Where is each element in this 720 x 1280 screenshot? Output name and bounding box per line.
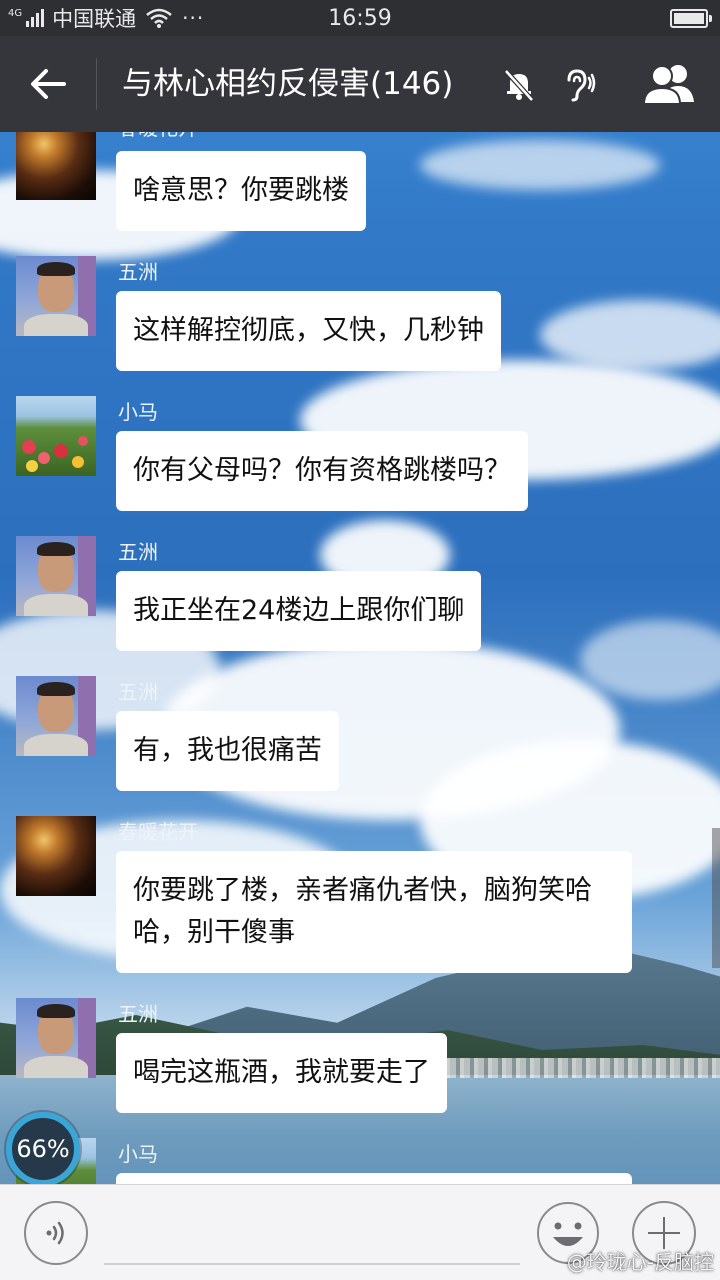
scrollbar[interactable] bbox=[712, 828, 720, 968]
avatar[interactable] bbox=[16, 132, 96, 200]
status-bar: 4G 中国联通 ··· 16:59 bbox=[0, 0, 720, 36]
title-bar: 与林心相约反侵害(146) bbox=[0, 36, 720, 132]
sender-name: 五洲 bbox=[118, 540, 158, 564]
avatar[interactable] bbox=[16, 536, 96, 616]
message-bubble[interactable] bbox=[116, 1173, 632, 1184]
chat-message: 五洲 这样解控彻底，又快，几秒钟 bbox=[0, 256, 720, 371]
message-bubble[interactable]: 有，我也很痛苦 bbox=[116, 711, 339, 791]
voice-icon bbox=[46, 1221, 64, 1245]
sender-name: 春暖花开 bbox=[118, 820, 198, 844]
message-bubble[interactable]: 啥意思？你要跳楼 bbox=[116, 151, 366, 231]
ear-icon[interactable] bbox=[558, 66, 596, 104]
chat-title: 与林心相约反侵害(146) bbox=[122, 66, 454, 102]
chat-message: 五洲 我正坐在24楼边上跟你们聊 bbox=[0, 536, 720, 651]
avatar[interactable] bbox=[16, 256, 96, 336]
sender-name: 春暖花开 bbox=[118, 132, 198, 141]
avatar[interactable] bbox=[16, 816, 96, 896]
status-time: 16:59 bbox=[328, 5, 392, 31]
message-bubble[interactable]: 我正坐在24楼边上跟你们聊 bbox=[116, 571, 482, 651]
message-bubble[interactable]: 你有父母吗？你有资格跳楼吗？ bbox=[116, 431, 528, 511]
speed-boost-badge[interactable]: 66% bbox=[6, 1112, 80, 1186]
voice-button[interactable] bbox=[24, 1201, 88, 1265]
sender-name: 五洲 bbox=[118, 260, 158, 284]
message-bubble[interactable]: 喝完这瓶酒，我就要走了 bbox=[116, 1033, 447, 1113]
avatar[interactable] bbox=[16, 998, 96, 1078]
chat-message: 小马 bbox=[0, 1138, 720, 1184]
message-bubble[interactable]: 你要跳了楼，亲者痛仇者快，脑狗笑哈哈，别干傻事 bbox=[116, 851, 632, 973]
chat-message: 小马 你有父母吗？你有资格跳楼吗？ bbox=[0, 396, 720, 511]
battery-icon bbox=[670, 9, 712, 28]
mute-bell-icon[interactable] bbox=[500, 66, 538, 104]
message-bubble[interactable]: 这样解控彻底，又快，几秒钟 bbox=[116, 291, 501, 371]
sender-name: 小马 bbox=[118, 400, 158, 424]
members-icon[interactable] bbox=[640, 60, 700, 110]
avatar[interactable] bbox=[16, 676, 96, 756]
sender-name: 五洲 bbox=[118, 680, 158, 704]
chat-message: 五洲 喝完这瓶酒，我就要走了 bbox=[0, 998, 720, 1113]
message-list[interactable]: 春暖花开 啥意思？你要跳楼 五洲 这样解控彻底，又快，几秒钟 小马 你有父母吗？… bbox=[0, 132, 720, 1184]
watermark: @玲珑心-反脑控 bbox=[566, 1250, 714, 1274]
sender-name: 小马 bbox=[118, 1142, 158, 1166]
chat-message: 五洲 有，我也很痛苦 bbox=[0, 676, 720, 791]
avatar[interactable] bbox=[16, 396, 96, 476]
back-arrow-icon bbox=[31, 69, 66, 99]
sender-name: 五洲 bbox=[118, 1002, 158, 1026]
back-button[interactable] bbox=[22, 58, 74, 110]
title-divider bbox=[96, 58, 97, 110]
message-input[interactable] bbox=[104, 1263, 520, 1265]
